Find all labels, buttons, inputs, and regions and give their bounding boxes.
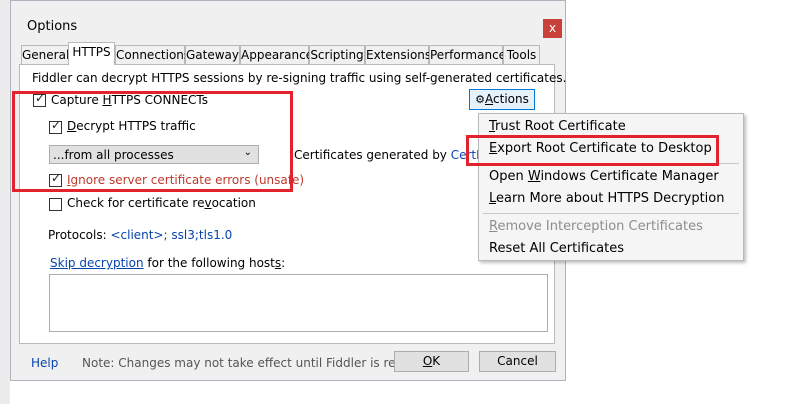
protocols-link[interactable]: <client>; ssl3;tls1.0 [110,228,232,242]
skip-decryption-row: Skip decryption for the following hosts: [50,256,286,270]
actions-button[interactable]: ⚙Actions [469,89,535,110]
highlight-box-export [466,135,719,166]
menu-separator [483,213,739,214]
menu-item-remove-interception[interactable]: Remove Interception Certificates [489,219,703,234]
menu-item-reset-all[interactable]: Reset All Certificates [489,241,624,256]
tab-connections[interactable]: Connections [115,45,190,64]
menu-item-windows-cert-manager[interactable]: Open Windows Certificate Manager [489,169,719,184]
skip-hosts-textarea[interactable] [49,274,548,332]
tab-performance[interactable]: Performance [429,45,506,64]
cancel-button[interactable]: Cancel [479,351,556,372]
menu-item-learn-more[interactable]: Learn More about HTTPS Decryption [489,191,724,206]
https-description: Fiddler can decrypt HTTPS sessions by re… [32,71,567,85]
revocation-label: Check for certificate revocation [67,196,256,210]
tab-general[interactable]: General [21,45,69,64]
tab-scripting[interactable]: Scripting [309,45,365,64]
tab-https[interactable]: HTTPS [68,42,115,65]
tab-appearance[interactable]: Appearance [240,45,313,64]
close-button[interactable]: x [543,19,562,38]
ok-button[interactable]: OK [394,351,469,372]
gear-icon: ⚙ [475,93,486,106]
tab-tools[interactable]: Tools [503,45,540,64]
tab-gateway[interactable]: Gateway [185,45,240,64]
background-strip [0,0,10,404]
revocation-checkbox[interactable] [49,198,62,211]
footer-note: Note: Changes may not take effect until … [82,356,443,370]
dialog-title: Options [27,19,78,34]
highlight-box-capture-options [12,91,293,192]
skip-decryption-link[interactable]: Skip decryption [50,256,144,270]
help-link[interactable]: Help [31,356,58,370]
tab-extensions[interactable]: Extensions [365,45,431,64]
protocols-row: Protocols: <client>; ssl3;tls1.0 [48,228,233,242]
close-icon: x [548,21,557,35]
menu-item-trust-root[interactable]: Trust Root Certificate [489,119,626,134]
